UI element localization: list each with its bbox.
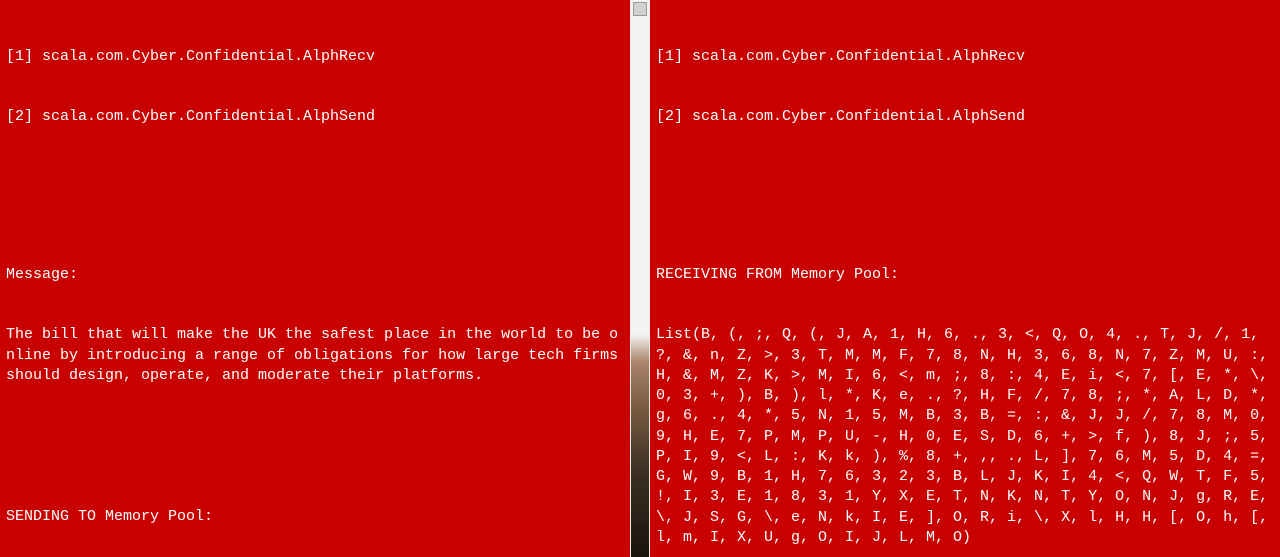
scroll-handle-icon[interactable] [633, 2, 647, 16]
right-terminal-pane[interactable]: [1] scala.com.Cyber.Confidential.AlphRec… [650, 0, 1280, 557]
class-line-1: [1] scala.com.Cyber.Confidential.AlphRec… [656, 47, 1274, 67]
left-terminal-pane[interactable]: [1] scala.com.Cyber.Confidential.AlphRec… [0, 0, 630, 557]
receiving-list: List(B, (, ;, Q, (, J, A, 1, H, 6, ., 3,… [656, 325, 1274, 548]
class-line-1: [1] scala.com.Cyber.Confidential.AlphRec… [6, 47, 624, 67]
class-line-2: [2] scala.com.Cyber.Confidential.AlphSen… [6, 107, 624, 127]
receiving-label: RECEIVING FROM Memory Pool: [656, 265, 1274, 285]
class-line-2: [2] scala.com.Cyber.Confidential.AlphSen… [656, 107, 1274, 127]
split-terminal: [1] scala.com.Cyber.Confidential.AlphRec… [0, 0, 1280, 557]
pane-divider[interactable] [630, 0, 650, 557]
message-label: Message: [6, 265, 624, 285]
message-text: The bill that will make the UK the safes… [6, 325, 624, 386]
sending-label: SENDING TO Memory Pool: [6, 507, 624, 527]
